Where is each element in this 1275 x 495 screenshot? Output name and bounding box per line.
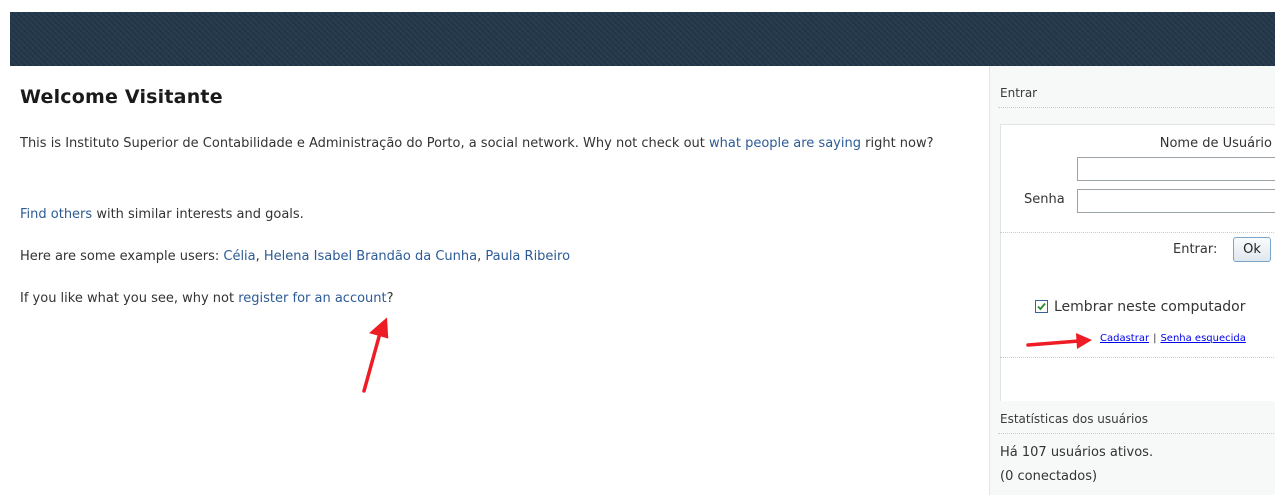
example-users-paragraph: Here are some example users: Célia, Hele… xyxy=(20,244,940,269)
link-separator: | xyxy=(1153,333,1157,344)
login-heading: Entrar xyxy=(1000,86,1038,100)
account-links: Cadastrar | Senha esquecida xyxy=(1100,333,1246,344)
intro-text: This is Instituto Superior de Contabilid… xyxy=(20,136,710,151)
find-others-text: with similar interests and goals. xyxy=(92,207,304,222)
password-label: Senha xyxy=(1024,192,1065,207)
main-content: Welcome Visitante xyxy=(20,86,960,108)
password-input[interactable] xyxy=(1077,189,1275,213)
find-others-paragraph: Find others with similar interests and g… xyxy=(20,202,940,227)
active-users-text: Há 107 usuários ativos. xyxy=(1000,445,1154,460)
forgot-password-link[interactable]: Senha esquecida xyxy=(1160,333,1245,344)
red-arrow-icon xyxy=(1026,333,1092,349)
site-header-banner xyxy=(10,12,1275,66)
username-label: Nome de Usuário xyxy=(1159,136,1272,151)
example-users-text: Here are some example users: xyxy=(20,249,224,264)
example-users-separator: , xyxy=(255,249,264,264)
divider xyxy=(998,107,1275,108)
page-title: Welcome Visitante xyxy=(20,86,223,108)
username-input[interactable] xyxy=(1077,157,1275,181)
top-margin xyxy=(0,0,1275,12)
example-user-link-paula[interactable]: Paula Ribeiro xyxy=(485,249,570,264)
sidebar: Entrar Nome de Usuário Senha Entrar: Ok … xyxy=(989,66,1275,495)
red-arrow-icon xyxy=(362,317,389,393)
checkmark-icon xyxy=(1037,302,1046,311)
find-others-link[interactable]: Find others xyxy=(20,207,92,222)
intro-paragraph: This is Instituto Superior de Contabilid… xyxy=(20,131,940,156)
example-user-link-celia[interactable]: Célia xyxy=(223,249,255,264)
ok-button[interactable]: Ok xyxy=(1233,237,1271,262)
divider xyxy=(1000,357,1275,358)
intro-text-end: right now? xyxy=(860,136,934,151)
remember-checkbox[interactable] xyxy=(1035,300,1048,313)
what-people-are-saying-link[interactable]: what people are saying xyxy=(709,136,861,151)
divider xyxy=(998,433,1275,434)
register-text: If you like what you see, why not xyxy=(20,291,239,306)
online-users-text: (0 conectados) xyxy=(1000,469,1098,484)
submit-label: Entrar: xyxy=(1173,242,1218,257)
register-link[interactable]: Cadastrar xyxy=(1100,333,1149,344)
register-account-link[interactable]: register for an account xyxy=(238,291,386,306)
register-text-end: ? xyxy=(386,291,394,306)
example-user-link-helena[interactable]: Helena Isabel Brandão da Cunha xyxy=(264,249,477,264)
user-stats-heading: Estatísticas dos usuários xyxy=(1000,412,1148,426)
register-paragraph: If you like what you see, why not regist… xyxy=(20,286,940,311)
remember-label: Lembrar neste computador xyxy=(1054,299,1246,315)
form-divider xyxy=(1000,232,1275,233)
